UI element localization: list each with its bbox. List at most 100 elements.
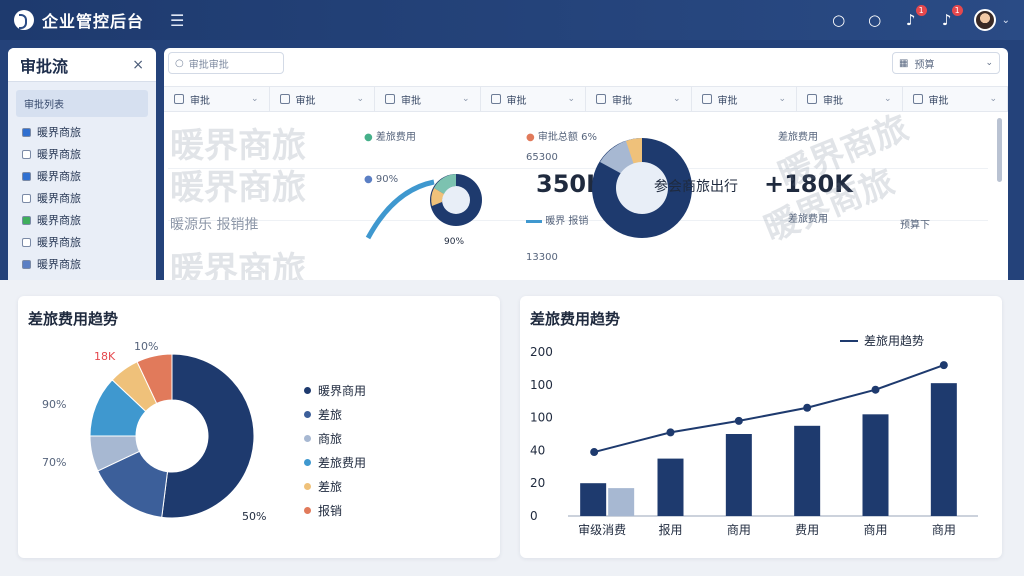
chevron-down-icon: ⌄ bbox=[250, 94, 259, 104]
row-divider bbox=[168, 168, 988, 169]
sidebar-item[interactable]: 暖界商旅 bbox=[8, 275, 156, 280]
chevron-down-icon[interactable]: ⌄ bbox=[1002, 15, 1010, 26]
trend-card-right: 差旅费用趋势 差旅用趋势 200 100 100 40 20 0 审级消费 报用 商用 费用 商用商… bbox=[520, 296, 1002, 558]
item-icon bbox=[22, 259, 31, 269]
filter-dropdown[interactable]: 审批 ⌄ bbox=[692, 87, 797, 111]
filter-label: 审批 bbox=[506, 95, 527, 107]
bar bbox=[580, 483, 607, 516]
line-point bbox=[734, 416, 743, 425]
filter-label: 审批 bbox=[717, 95, 738, 107]
metric-bottom: 13300 bbox=[526, 252, 558, 263]
filter-dropdown[interactable]: 审批 ⌄ bbox=[797, 87, 903, 111]
trend-card-left: 差旅费用趋势 18K 10% 90% 70% 50% 暖界商用 差旅 商旅 差旅费用 差旅 报销 bbox=[18, 296, 500, 558]
legend-item: 报销 bbox=[304, 502, 366, 519]
metric-top: 65300 bbox=[526, 152, 558, 163]
sidebar-header: 审批流 × bbox=[8, 48, 156, 82]
metric-sub: 差旅费用 bbox=[788, 214, 828, 225]
filter-icon bbox=[912, 94, 923, 104]
filter-dropdown[interactable]: 审批 ⌄ bbox=[586, 87, 692, 111]
line-point bbox=[666, 428, 675, 437]
approval-panel: ○ 审批审批 ▦ 预算 ⌄ 审批 ⌄ 审批 ⌄ 审批 ⌄ 审批 ⌄ 审批 ⌄ 审批 ⌄ 审批 ⌄ 审批 ⌄ ●… bbox=[164, 48, 1008, 280]
search-input[interactable]: ○ 审批审批 bbox=[168, 52, 284, 74]
filter-dropdown[interactable]: 审批 ⌄ bbox=[375, 87, 481, 111]
x-tick-label: 商用 bbox=[727, 522, 751, 537]
sidebar-item[interactable]: 暖界商旅 bbox=[8, 165, 156, 187]
avatar[interactable] bbox=[973, 9, 996, 31]
pie-label: 70% bbox=[42, 456, 66, 469]
legend-item: 差旅 bbox=[304, 478, 366, 495]
filter-dropdown[interactable]: 审批 ⌄ bbox=[270, 87, 375, 111]
chevron-down-icon: ⌄ bbox=[356, 94, 364, 104]
search-icon[interactable]: ○ bbox=[830, 11, 848, 29]
dropdown-value: 预算 bbox=[914, 59, 935, 71]
chevron-down-icon: ⌄ bbox=[461, 94, 470, 104]
chevron-down-icon: ⌄ bbox=[985, 58, 993, 68]
sidebar-item-label: 暖界商旅 bbox=[37, 258, 81, 271]
line-point bbox=[871, 385, 880, 394]
sidebar-item[interactable]: 暖界商旅 bbox=[8, 253, 156, 275]
metric-area: ● 差旅费用 ● 90% 暖源乐 报销推 90% ● 审批总额 6% 65300… bbox=[164, 116, 996, 278]
chart-legend: 暖界商用 差旅 商旅 差旅费用 差旅 报销 bbox=[304, 382, 366, 526]
metric-label: ● 差旅费用 bbox=[364, 132, 416, 143]
legend-label: 商旅 bbox=[318, 432, 343, 446]
sidebar-title: 审批流 bbox=[20, 56, 69, 76]
legend-dot bbox=[304, 459, 311, 466]
legend-dot bbox=[304, 483, 311, 490]
legend-label: 暖界商用 bbox=[318, 384, 367, 398]
filter-label: 审批 bbox=[612, 95, 632, 107]
hamburger-icon[interactable]: ☰ bbox=[170, 11, 184, 30]
legend-item: 差旅 bbox=[304, 406, 366, 423]
metric-sub: 预算下 bbox=[900, 220, 930, 231]
bar-line-chart: 20010010040200审级消费 报用 商用 费用 商用 商用 bbox=[530, 345, 978, 537]
search-icon[interactable]: ○ bbox=[866, 11, 884, 29]
chevron-down-icon: ⌄ bbox=[672, 94, 681, 104]
filter-icon bbox=[174, 94, 184, 104]
gauge-chart: 90% bbox=[365, 174, 482, 247]
metric-big-value: +180K bbox=[764, 170, 853, 198]
chevron-down-icon: ⌄ bbox=[778, 94, 786, 104]
bell-icon[interactable]: ♪ 1 bbox=[938, 5, 963, 29]
pie-label: 50% bbox=[242, 510, 266, 523]
legend-label: 报销 bbox=[318, 504, 343, 518]
metric-label: ● 审批总额 6% bbox=[526, 132, 597, 143]
budget-dropdown[interactable]: ▦ 预算 ⌄ bbox=[892, 52, 1000, 74]
sidebar-item-label: 暖界商旅 bbox=[37, 148, 81, 161]
notification-badge: 1 bbox=[915, 5, 927, 16]
y-tick-label: 200 bbox=[530, 345, 553, 359]
sidebar-item-label: 暖界商旅 bbox=[37, 192, 81, 205]
pie-label: 10% bbox=[134, 340, 158, 353]
legend-label: 差旅费用 bbox=[318, 456, 367, 470]
pie-slice bbox=[161, 353, 255, 519]
filter-icon bbox=[596, 94, 606, 104]
y-tick-label: 0 bbox=[530, 509, 538, 523]
sidebar-item[interactable]: 暖界商旅 bbox=[8, 209, 156, 231]
filter-icon bbox=[490, 94, 501, 104]
filter-label: 审批 bbox=[928, 95, 949, 107]
filter-dropdown[interactable]: 审批 ⌄ bbox=[481, 87, 586, 111]
sidebar-list: 暖界商旅暖界商旅暖界商旅暖界商旅暖界商旅暖界商旅暖界商旅暖界商旅 bbox=[8, 121, 156, 280]
filter-label: 审批 bbox=[190, 95, 210, 107]
notification-badge: 1 bbox=[951, 5, 963, 16]
pie-label: 90% bbox=[42, 398, 66, 411]
item-icon bbox=[22, 237, 31, 247]
sidebar-item[interactable]: 暖界商旅 bbox=[8, 121, 156, 143]
sidebar-item[interactable]: 暖界商旅 bbox=[8, 187, 156, 209]
filter-dropdown[interactable]: 审批 ⌄ bbox=[164, 87, 270, 111]
bar bbox=[608, 488, 635, 516]
filter-dropdown[interactable]: 审批 ⌄ bbox=[903, 87, 1008, 111]
x-tick-label: 费用 bbox=[795, 523, 819, 537]
sidebar-item[interactable]: 暖界商旅 bbox=[8, 143, 156, 165]
y-tick-label: 40 bbox=[530, 443, 545, 457]
sidebar-item[interactable]: 暖界商旅 bbox=[8, 231, 156, 253]
sidebar-item-label: 暖界商旅 bbox=[37, 170, 81, 183]
sidebar-item-label: 暖界商旅 bbox=[37, 278, 81, 280]
card-title: 差旅费用趋势 bbox=[28, 310, 119, 328]
close-icon[interactable]: × bbox=[132, 57, 144, 73]
gauge-label: 90% bbox=[444, 237, 464, 247]
bar bbox=[794, 425, 821, 516]
bell-icon[interactable]: ♪ 1 bbox=[902, 5, 927, 29]
line-point bbox=[803, 403, 812, 412]
chevron-down-icon: ⌄ bbox=[567, 94, 575, 104]
x-tick-label: 商用 bbox=[932, 522, 956, 537]
scrollbar[interactable] bbox=[997, 118, 1002, 182]
